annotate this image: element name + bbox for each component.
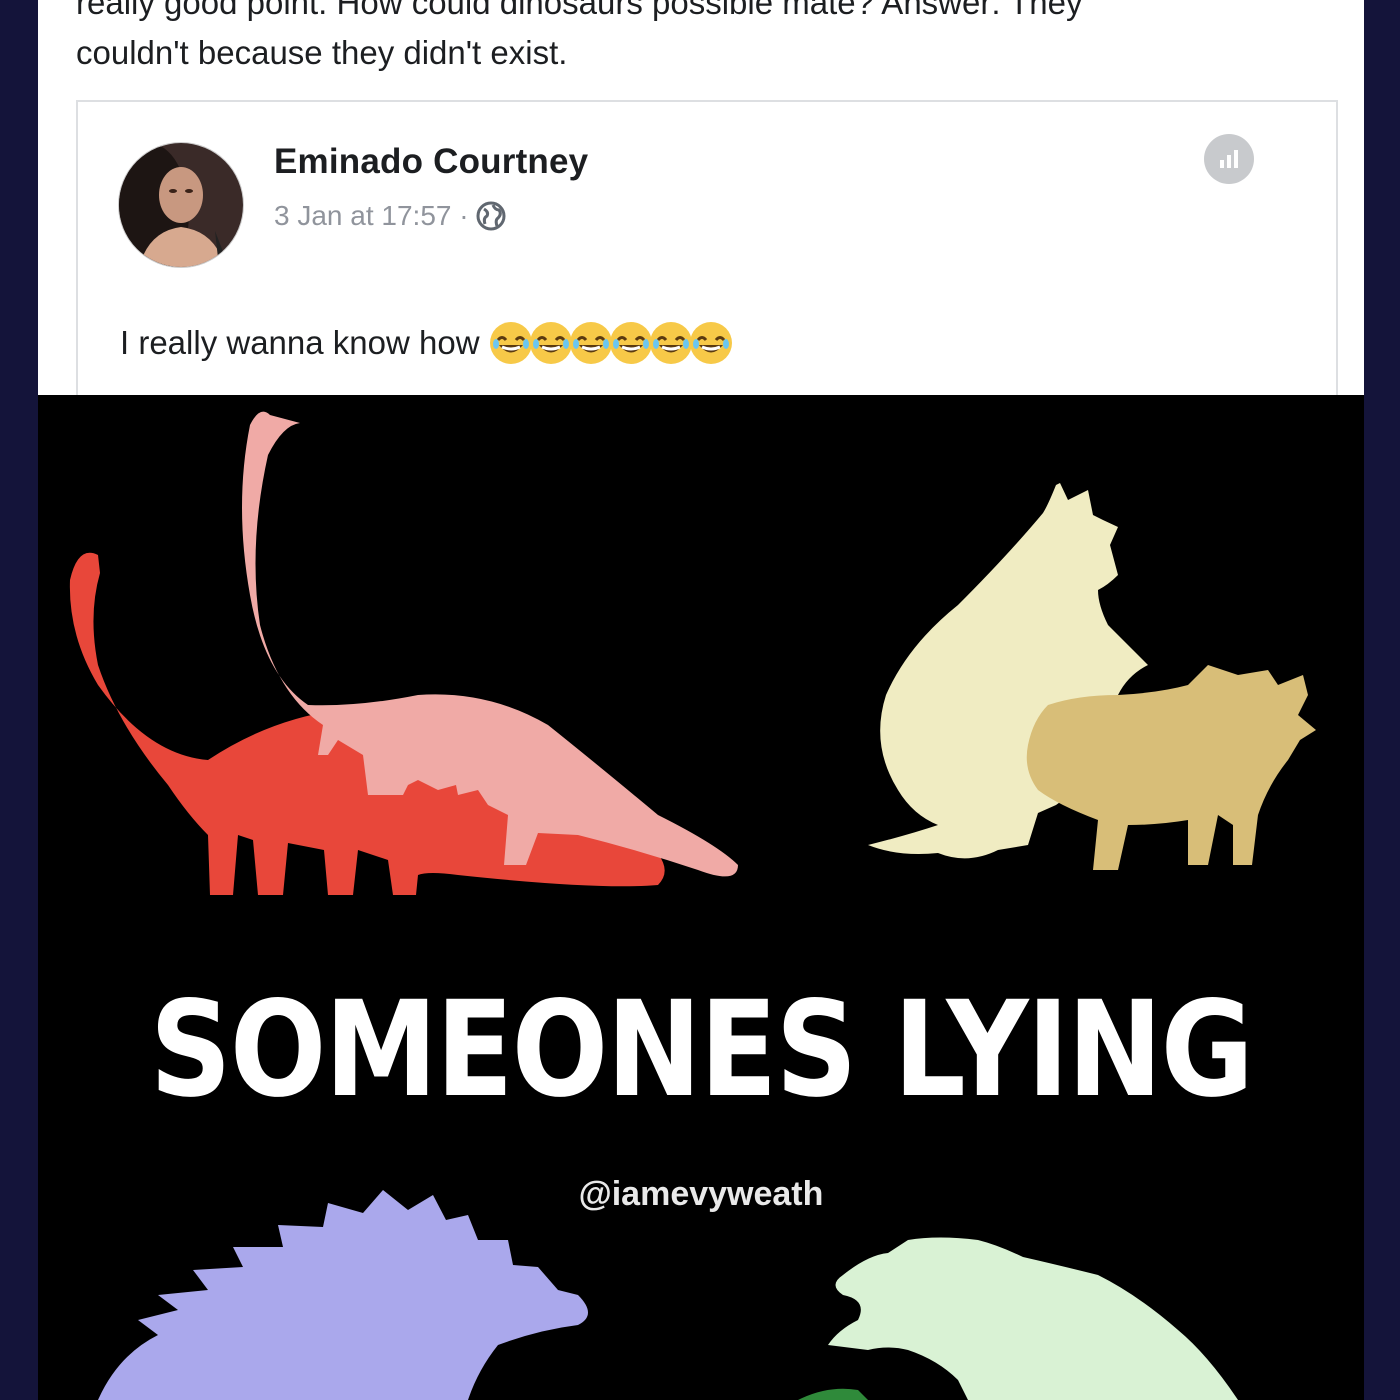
meme-caption: SOMEONES LYING — [149, 973, 1254, 1127]
comment-text: I really wanna know how — [120, 324, 480, 361]
green-creature-fragment — [798, 1388, 868, 1400]
author-avatar[interactable] — [118, 142, 244, 268]
laughing-emoji-icon — [689, 322, 732, 364]
post-meta: 3 Jan at 17:57 · — [274, 200, 507, 232]
meme-watermark-handle: @iamevyweath — [578, 1175, 824, 1213]
facebook-post: really good point. How could dinosaurs p… — [38, 0, 1364, 402]
emoji-group — [488, 320, 732, 366]
more-options-icon[interactable] — [1204, 134, 1254, 184]
dinosaur-illustration — [69, 411, 1316, 1400]
shared-post-comment: I really wanna know how — [120, 320, 732, 366]
screenshot-frame: really good point. How could dinosaurs p… — [38, 0, 1364, 1400]
shared-post-card[interactable]: Eminado Courtney 3 Jan at 17:57 · I real… — [76, 100, 1338, 402]
trex-silhouette — [828, 1237, 1238, 1400]
meme-image[interactable]: SOMEONES LYING @iamevyweath — [38, 395, 1364, 1400]
globe-icon — [475, 200, 507, 232]
post-text-line-2: couldn't because they didn't exist. — [76, 34, 568, 71]
post-text-line-1: really good point. How could dinosaurs p… — [76, 0, 1083, 21]
post-timestamp[interactable]: 3 Jan at 17:57 · — [274, 200, 469, 232]
stegosaur-silhouette — [98, 1190, 588, 1400]
post-text: really good point. How could dinosaurs p… — [76, 0, 1326, 78]
author-name[interactable]: Eminado Courtney — [274, 142, 588, 182]
